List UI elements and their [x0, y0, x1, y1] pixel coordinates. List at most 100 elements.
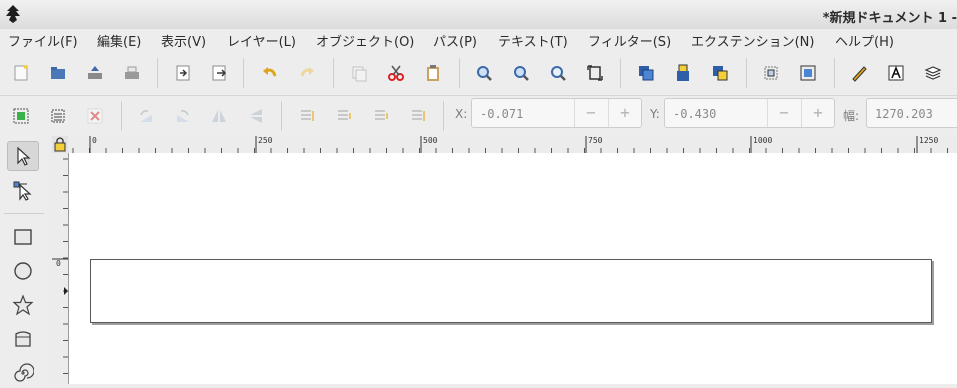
layers-icon[interactable]: [922, 62, 944, 84]
rotate-ccw-icon[interactable]: [135, 105, 157, 127]
window-title: *新規ドキュメント 1 -: [822, 11, 957, 26]
horizontal-ruler-ticks: [72, 136, 948, 153]
copy-icon[interactable]: [348, 62, 370, 84]
rotate-cw-icon[interactable]: [172, 105, 194, 127]
text-font-icon[interactable]: [885, 62, 907, 84]
rectangle-icon: [14, 229, 32, 245]
inkscape-logo-icon: [6, 5, 20, 23]
toolbar-separator: [459, 58, 460, 88]
paste-icon[interactable]: [422, 62, 444, 84]
menu-file[interactable]: ファイル(F): [8, 31, 78, 50]
raise-icon[interactable]: [333, 105, 355, 127]
circle-icon: [14, 262, 32, 280]
open-icon[interactable]: [47, 62, 69, 84]
circle-tool-button[interactable]: [7, 256, 39, 286]
menu-edit[interactable]: 編集(E): [97, 31, 141, 50]
toolbar-separator: [333, 58, 334, 88]
toolbar-separator: [121, 101, 122, 131]
ruler-label: 750: [588, 136, 603, 145]
flip-horizontal-icon[interactable]: [208, 105, 230, 127]
flip-vertical-icon[interactable]: [245, 105, 267, 127]
menu-view[interactable]: 表示(V): [161, 31, 206, 50]
toolbar-separator: [157, 58, 158, 88]
lower-icon[interactable]: [370, 105, 392, 127]
document-page[interactable]: [90, 259, 932, 323]
select-all-icon[interactable]: [10, 105, 32, 127]
rectangle-tool-button[interactable]: [7, 222, 39, 252]
cut-icon[interactable]: [385, 62, 407, 84]
x-label: X:: [455, 107, 468, 121]
duplicate-icon[interactable]: [635, 62, 657, 84]
y-increment-button[interactable]: +: [801, 99, 834, 127]
unlink-clone-icon[interactable]: [709, 62, 731, 84]
toolbar-separator: [281, 101, 282, 131]
fill-stroke-icon[interactable]: [848, 62, 870, 84]
save-icon[interactable]: [84, 62, 106, 84]
y-decrement-button[interactable]: −: [767, 99, 800, 127]
y-value[interactable]: -0.430: [673, 107, 716, 121]
x-increment-button[interactable]: +: [608, 99, 641, 127]
clone-icon[interactable]: [672, 62, 694, 84]
guide-lock-button[interactable]: [52, 136, 68, 153]
ungroup-icon[interactable]: [797, 62, 819, 84]
width-value[interactable]: 1270.203: [875, 107, 933, 121]
selector-arrow-icon: [17, 146, 31, 166]
zoom-out-icon[interactable]: [510, 62, 532, 84]
toolbar-separator: [443, 101, 444, 131]
raise-to-top-icon[interactable]: [296, 105, 318, 127]
print-icon[interactable]: [121, 62, 143, 84]
toolbar-separator: [620, 58, 621, 88]
node-tool-button[interactable]: [7, 175, 39, 205]
vertical-ruler[interactable]: 0: [52, 153, 69, 384]
title-bar: *新規ドキュメント 1 -: [0, 0, 957, 30]
toolbox-separator: [4, 213, 44, 214]
horizontal-ruler[interactable]: 0 250 500 750 1000 1250: [68, 136, 957, 154]
zoom-fit-icon[interactable]: [547, 62, 569, 84]
ruler-pointer-marker: [64, 287, 68, 295]
menu-bar: ファイル(F) 編集(E) 表示(V) レイヤー(L) オブジェクト(O) パス…: [0, 29, 957, 51]
select-tool-controls: X: -0.071 − + Y: -0.430 − + 幅: 1270.203: [0, 96, 957, 136]
menu-help[interactable]: ヘルプ(H): [835, 31, 894, 50]
deselect-icon[interactable]: [84, 105, 106, 127]
drawing-canvas[interactable]: [69, 153, 957, 384]
3d-box-icon: [15, 331, 31, 347]
star-tool-button[interactable]: [7, 290, 39, 320]
menu-text[interactable]: テキスト(T): [498, 31, 568, 50]
undo-icon[interactable]: [259, 62, 281, 84]
zoom-in-icon[interactable]: [473, 62, 495, 84]
3d-box-tool-button[interactable]: [7, 324, 39, 354]
lower-to-bottom-icon[interactable]: [407, 105, 429, 127]
commands-toolbar: [0, 51, 957, 96]
star-icon: [12, 294, 34, 316]
ruler-label: 0: [92, 136, 97, 145]
vertical-ruler-ticks: [52, 158, 68, 374]
toolbox: [0, 136, 47, 384]
x-coordinate-field[interactable]: -0.071 − +: [471, 98, 642, 128]
menu-filter[interactable]: フィルター(S): [588, 31, 671, 50]
toolbar-separator: [243, 58, 244, 88]
menu-layer[interactable]: レイヤー(L): [227, 31, 296, 50]
lock-icon: [54, 137, 66, 152]
select-all-layers-icon[interactable]: [47, 105, 69, 127]
y-coordinate-field[interactable]: -0.430 − +: [664, 98, 835, 128]
spiral-icon: [14, 363, 34, 382]
zoom-page-icon[interactable]: [584, 62, 606, 84]
export-icon[interactable]: [208, 62, 230, 84]
width-field[interactable]: 1270.203: [866, 98, 957, 128]
x-value[interactable]: -0.071: [480, 107, 523, 121]
toolbar-separator: [834, 58, 835, 88]
x-decrement-button[interactable]: −: [574, 99, 607, 127]
y-label: Y:: [650, 107, 660, 121]
import-icon[interactable]: [172, 62, 194, 84]
group-icon[interactable]: [760, 62, 782, 84]
menu-object[interactable]: オブジェクト(O): [316, 31, 414, 50]
menu-extensions[interactable]: エクステンション(N): [691, 31, 814, 50]
redo-icon[interactable]: [296, 62, 318, 84]
node-edit-icon: [13, 181, 32, 201]
ruler-label: 250: [258, 136, 273, 145]
menu-path[interactable]: パス(P): [433, 31, 477, 50]
ruler-label: 1250: [919, 136, 939, 145]
selector-tool-button[interactable]: [7, 141, 39, 171]
new-document-icon[interactable]: [10, 62, 32, 84]
width-label: 幅:: [843, 109, 860, 123]
